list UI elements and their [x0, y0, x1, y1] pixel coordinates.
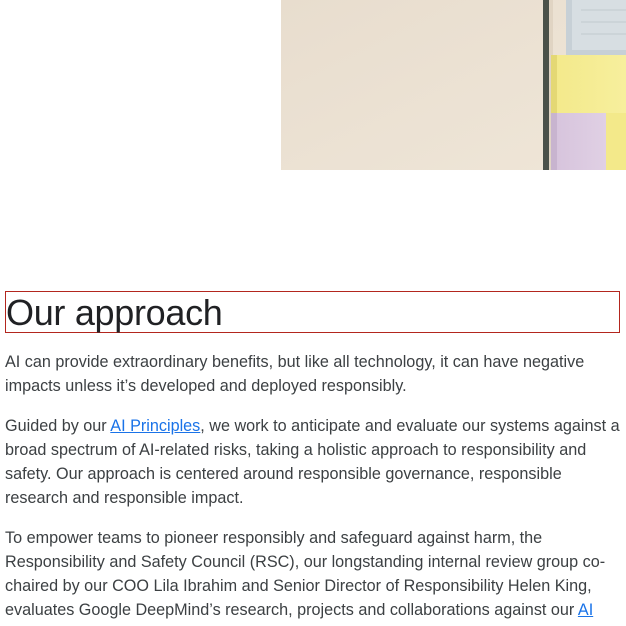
- paragraph-principles-start: Guided by our: [5, 417, 111, 435]
- ai-link[interactable]: AI: [578, 601, 593, 619]
- paragraph-principles: Guided by our AI Principles, we work to …: [5, 414, 623, 510]
- paragraph-council: To empower teams to pioneer responsibly …: [5, 526, 623, 622]
- section-content: AI can provide extraordinary benefits, b…: [5, 350, 623, 626]
- ai-principles-link[interactable]: AI Principles: [110, 417, 200, 435]
- section-title: Our approach: [6, 292, 223, 333]
- paragraph-intro: AI can provide extraordinary benefits, b…: [5, 353, 585, 395]
- hero-image: [281, 0, 626, 170]
- paragraph-council-text: To empower teams to pioneer responsibly …: [5, 529, 606, 619]
